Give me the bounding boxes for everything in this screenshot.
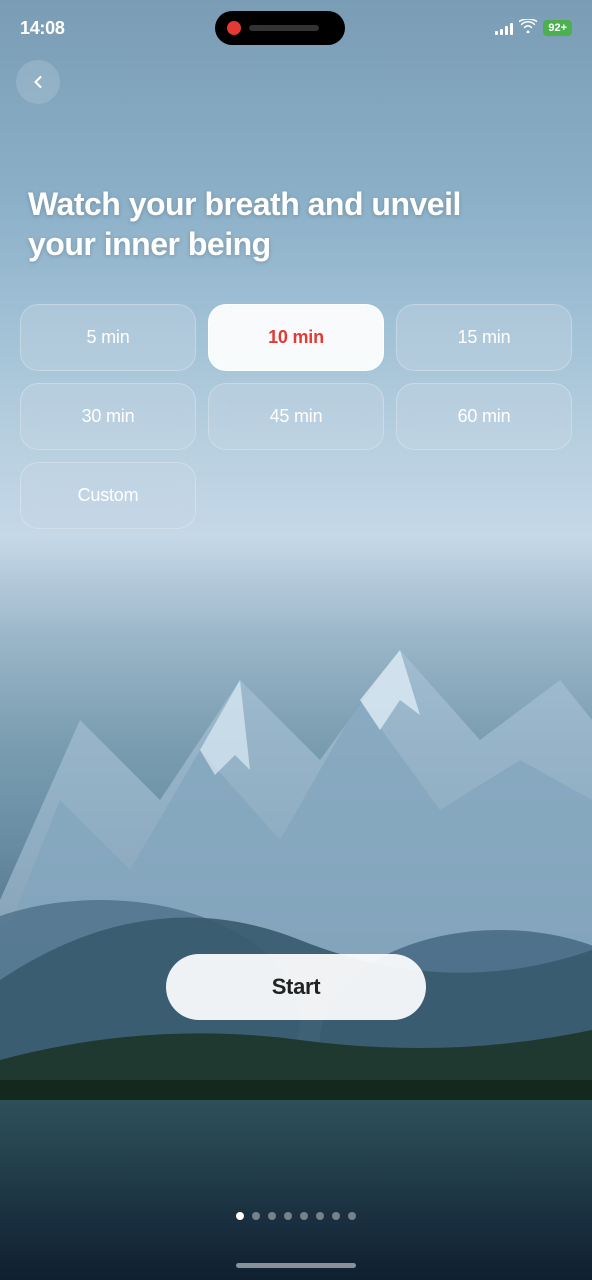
main-content: Watch your breath and unveil your inner … <box>0 104 592 264</box>
page-dot-4 <box>284 1212 292 1220</box>
page-dot-6 <box>316 1212 324 1220</box>
start-section: Start <box>0 954 592 1020</box>
headline: Watch your breath and unveil your inner … <box>28 184 508 264</box>
status-time: 14:08 <box>20 18 65 39</box>
duration-60min[interactable]: 60 min <box>396 383 572 450</box>
duration-10min[interactable]: 10 min <box>208 304 384 371</box>
start-button[interactable]: Start <box>166 954 426 1020</box>
duration-30min[interactable]: 30 min <box>20 383 196 450</box>
battery-indicator: 92+ <box>543 20 572 36</box>
page-dot-8 <box>348 1212 356 1220</box>
recording-indicator <box>227 21 241 35</box>
page-dots <box>0 1212 592 1220</box>
duration-15min[interactable]: 15 min <box>396 304 572 371</box>
page-dot-7 <box>332 1212 340 1220</box>
duration-45min[interactable]: 45 min <box>208 383 384 450</box>
page-dot-2 <box>252 1212 260 1220</box>
back-button[interactable] <box>16 60 60 104</box>
island-bar <box>249 25 319 31</box>
page-dot-3 <box>268 1212 276 1220</box>
duration-grid: 5 min 10 min 15 min 30 min 45 min 60 min… <box>0 264 592 529</box>
duration-custom[interactable]: Custom <box>20 462 196 529</box>
wifi-icon <box>519 19 537 38</box>
signal-icon <box>495 21 513 35</box>
duration-5min[interactable]: 5 min <box>20 304 196 371</box>
page-dot-5 <box>300 1212 308 1220</box>
page-dot-1 <box>236 1212 244 1220</box>
home-indicator <box>236 1263 356 1268</box>
status-bar: 14:08 92+ <box>0 0 592 52</box>
dynamic-island <box>215 11 345 45</box>
status-right: 92+ <box>495 19 572 38</box>
